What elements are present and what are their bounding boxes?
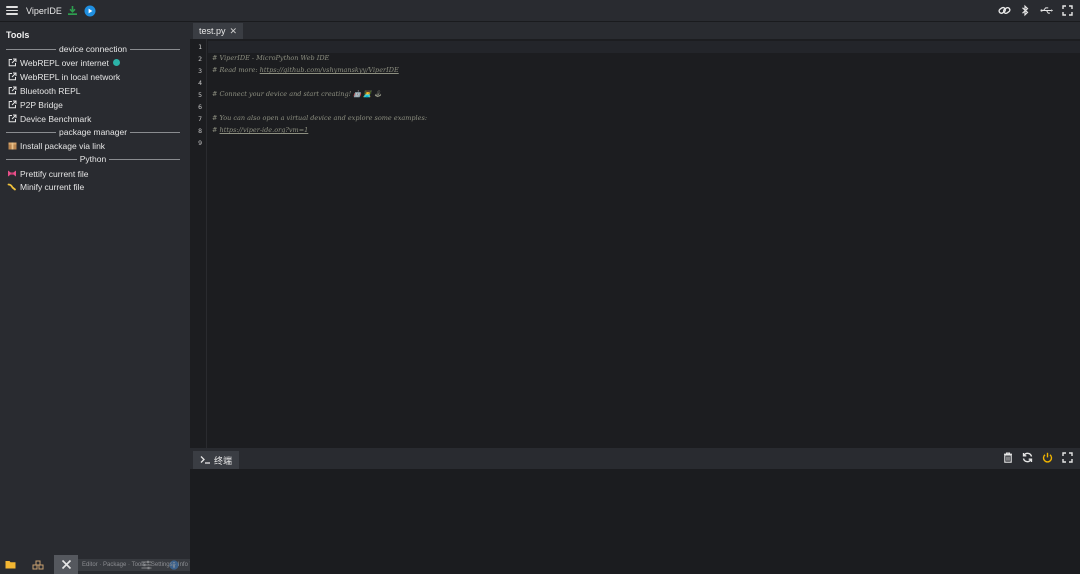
menu-icon[interactable] xyxy=(6,6,18,15)
line-number: 5 xyxy=(198,91,202,99)
line-number: 6 xyxy=(198,103,202,111)
close-icon[interactable]: ✕ xyxy=(230,26,238,37)
globe-icon xyxy=(112,59,120,66)
sidebar-item-bluetooth-repl[interactable]: Bluetooth REPL xyxy=(7,85,80,96)
app-title: ViperIDE xyxy=(26,5,62,16)
external-link-icon xyxy=(7,58,17,68)
sidebar-item-install-package[interactable]: Install package via link xyxy=(7,140,105,151)
bluetooth-icon[interactable] xyxy=(1019,4,1032,17)
editor-tab-bar: test.py ✕ xyxy=(190,22,1080,39)
code-link[interactable]: https://github.com/vshymanskyy/ViperIDE xyxy=(260,66,399,74)
sidebar-item-p2p-bridge[interactable]: P2P Bridge xyxy=(7,99,63,110)
tab-test-py[interactable]: test.py ✕ xyxy=(193,23,244,39)
code-line-7: # You can also open a virtual device and… xyxy=(212,114,428,122)
bow-icon xyxy=(7,169,17,179)
code-editor[interactable]: 1 2 3 4 5 6 7 8 9 # ViperIDE - MicroPyth… xyxy=(190,39,1080,448)
fullscreen-icon[interactable] xyxy=(1061,451,1074,464)
tools-title: Tools xyxy=(6,30,30,40)
section-device-connection: device connection xyxy=(6,44,181,54)
code-line-3: # Read more: https://github.com/vshymans… xyxy=(212,66,399,74)
section-python: Python xyxy=(6,154,180,164)
line-number: 9 xyxy=(198,139,202,147)
sidebar-item-webrepl-local[interactable]: WebREPL in local network xyxy=(7,71,120,82)
tab-label: test.py xyxy=(199,26,226,36)
code-line-8: # https://viper-ide.org?vm=1 xyxy=(212,126,309,134)
top-bar: ViperIDE xyxy=(0,0,1080,22)
sidebar-item-label: Install package via link xyxy=(20,140,106,151)
link-icon[interactable] xyxy=(998,4,1011,17)
sidebar-item-label: Prettify current file xyxy=(20,168,89,179)
pinch-icon xyxy=(7,182,17,192)
external-link-icon xyxy=(7,72,17,82)
sidebar-item-label: Bluetooth REPL xyxy=(20,85,81,96)
folder-icon[interactable] xyxy=(0,555,20,574)
sidebar-item-label: WebREPL over internet xyxy=(20,57,109,68)
line-number: 2 xyxy=(198,55,202,63)
section-package-manager: package manager xyxy=(6,127,181,137)
sidebar-item-label: Device Benchmark xyxy=(20,113,92,124)
terminal-tab-label: 终端 xyxy=(213,455,232,466)
external-link-icon xyxy=(7,86,17,96)
sidebar-item-prettify[interactable]: Prettify current file xyxy=(7,168,89,179)
line-number: 8 xyxy=(198,127,202,135)
line-number: 7 xyxy=(198,115,202,123)
packages-icon[interactable] xyxy=(28,555,48,574)
line-number: 3 xyxy=(198,67,202,75)
external-link-icon xyxy=(7,100,17,110)
run-icon[interactable] xyxy=(84,5,96,17)
power-icon[interactable] xyxy=(1041,451,1054,464)
code-line-5: # Connect your device and start creating… xyxy=(212,90,382,98)
sidebar-bottom-toolbar: Editor · Package · Tools · Settings · In… xyxy=(0,555,304,574)
code-link[interactable]: https://viper-ide.org?vm=1 xyxy=(220,126,309,134)
terminal-icon xyxy=(200,455,211,466)
code-line-2: # ViperIDE - MicroPython Web IDE xyxy=(212,54,330,62)
tools-sidebar: Tools device connection WebREPL over int… xyxy=(0,22,304,574)
tab-terminal[interactable]: 终端 xyxy=(193,451,239,469)
sidebar-item-device-benchmark[interactable]: Device Benchmark xyxy=(7,113,91,124)
line-number: 4 xyxy=(198,79,202,87)
sidebar-item-webrepl-internet[interactable]: WebREPL over internet xyxy=(7,57,120,68)
line-number-gutter: 1 2 3 4 5 6 7 8 9 xyxy=(190,39,207,448)
tools-icon[interactable] xyxy=(54,555,78,574)
package-icon xyxy=(7,141,17,151)
trash-icon[interactable] xyxy=(1001,451,1014,464)
line-number: 1 xyxy=(198,43,202,51)
external-link-icon xyxy=(7,114,17,124)
usb-icon[interactable] xyxy=(1040,4,1053,17)
sidebar-item-label: WebREPL in local network xyxy=(20,71,121,82)
download-icon[interactable] xyxy=(67,5,79,17)
refresh-icon[interactable] xyxy=(1021,451,1034,464)
fullscreen-icon[interactable] xyxy=(1061,4,1074,17)
terminal-bar: 终端 xyxy=(190,448,1080,469)
sidebar-item-label: Minify current file xyxy=(20,181,85,192)
sidebar-item-minify[interactable]: Minify current file xyxy=(7,181,84,192)
sidebar-item-label: P2P Bridge xyxy=(20,99,63,110)
terminal-output[interactable] xyxy=(190,469,1080,574)
active-line-highlight xyxy=(208,41,1080,53)
